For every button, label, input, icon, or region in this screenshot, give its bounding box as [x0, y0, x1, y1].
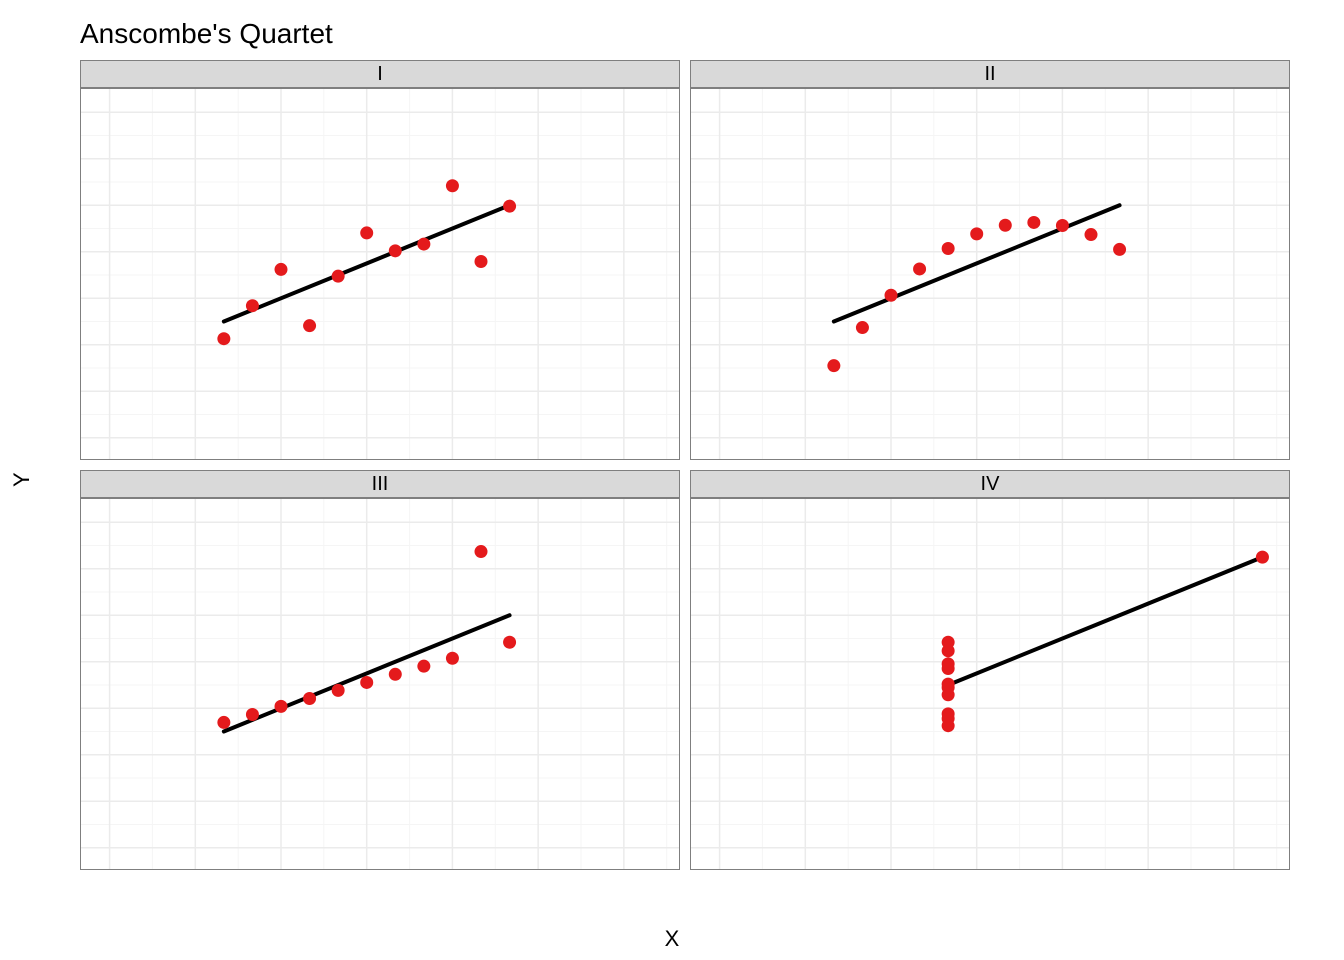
data-point	[1113, 243, 1126, 256]
facet-IV: IV0369121518	[690, 470, 1290, 870]
plot-svg	[691, 499, 1290, 870]
chart-stage: Anscombe's Quartet Y X I02468101214IIIII…	[0, 0, 1344, 960]
data-point	[275, 263, 288, 276]
facet-strip: II	[690, 60, 1290, 88]
data-point	[217, 332, 230, 345]
data-point	[246, 299, 259, 312]
x-axis-label: X	[0, 926, 1344, 952]
data-point	[246, 708, 259, 721]
data-point	[942, 657, 955, 670]
data-point	[942, 681, 955, 694]
facet-II: II	[690, 60, 1290, 460]
data-point	[999, 219, 1012, 232]
data-point	[913, 262, 926, 275]
data-point	[503, 200, 516, 213]
plot-panel	[690, 88, 1290, 460]
plot-panel: 036912151802468101214	[80, 498, 680, 870]
data-point	[303, 692, 316, 705]
data-point	[942, 242, 955, 255]
data-point	[503, 636, 516, 649]
plot-svg	[81, 89, 680, 460]
data-point	[360, 226, 373, 239]
plot-panel: 0369121518	[690, 498, 1290, 870]
data-point	[389, 244, 402, 257]
data-point	[475, 255, 488, 268]
data-point	[275, 700, 288, 713]
data-point	[332, 270, 345, 283]
data-point	[1027, 216, 1040, 229]
data-point	[970, 227, 983, 240]
data-point	[446, 652, 459, 665]
data-point	[827, 359, 840, 372]
data-point	[856, 321, 869, 334]
y-axis-label: Y	[10, 0, 34, 960]
plot-svg	[81, 499, 680, 870]
data-point	[303, 319, 316, 332]
data-point	[389, 668, 402, 681]
data-point	[417, 660, 430, 673]
data-point	[1085, 228, 1098, 241]
data-point	[885, 289, 898, 302]
chart-title: Anscombe's Quartet	[80, 18, 333, 50]
data-point	[475, 545, 488, 558]
data-point	[217, 716, 230, 729]
data-point	[446, 179, 459, 192]
facet-strip: I	[80, 60, 680, 88]
plot-panel: 02468101214	[80, 88, 680, 460]
data-point	[1056, 219, 1069, 232]
plot-svg	[691, 89, 1290, 460]
facet-III: III036912151802468101214	[80, 470, 680, 870]
data-point	[1256, 551, 1269, 564]
data-point	[332, 684, 345, 697]
facet-strip: III	[80, 470, 680, 498]
facet-strip: IV	[690, 470, 1290, 498]
facet-I: I02468101214	[80, 60, 680, 460]
data-point	[360, 676, 373, 689]
data-point	[417, 238, 430, 251]
data-point	[942, 644, 955, 657]
data-point	[942, 712, 955, 725]
